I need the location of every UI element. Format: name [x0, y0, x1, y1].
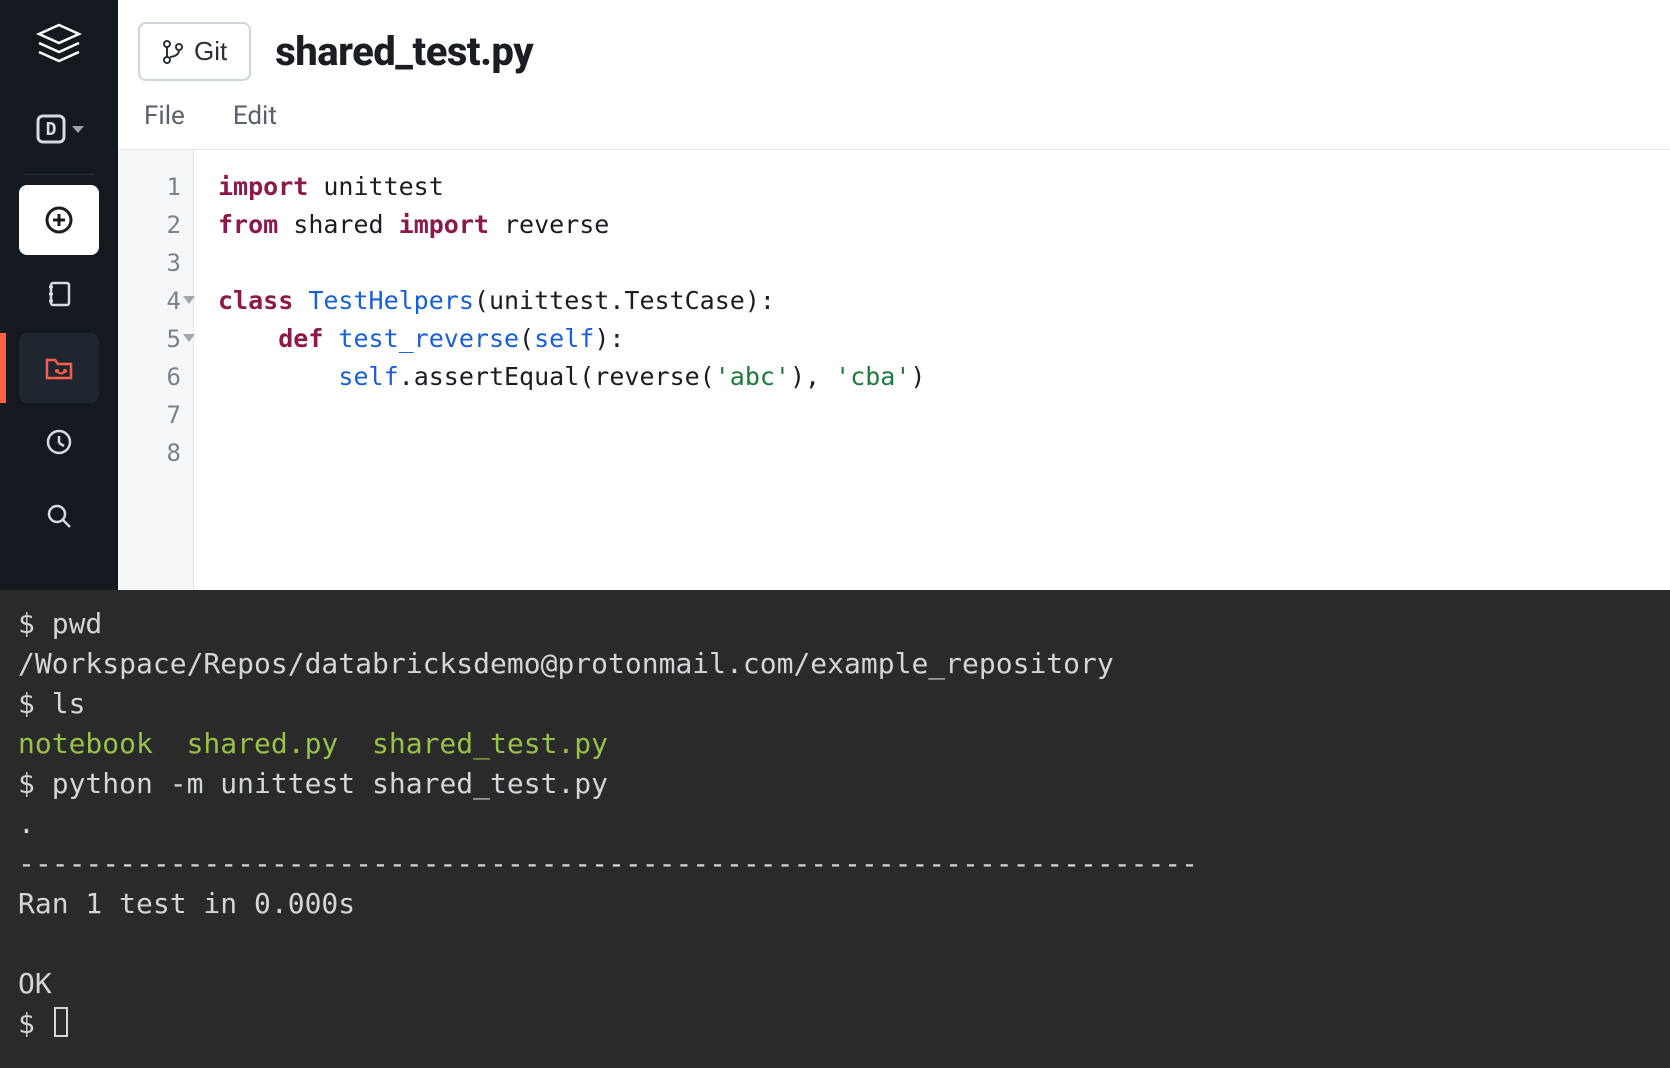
terminal-cursor	[54, 1007, 68, 1037]
file-title: shared_test.py	[275, 28, 533, 75]
line-number: 6	[118, 358, 193, 396]
terminal-panel[interactable]: $ pwd /Workspace/Repos/databricksdemo@pr…	[0, 590, 1670, 1068]
file-header: Git shared_test.py	[118, 0, 1670, 91]
line-number: 4	[118, 282, 193, 320]
git-button[interactable]: Git	[138, 22, 251, 81]
svg-text:D: D	[46, 119, 57, 140]
code-editor[interactable]: 1 2 3 4 5 6 7 8 import unittest from sha…	[118, 150, 1670, 590]
editor-menu-bar: File Edit	[118, 91, 1670, 150]
git-button-label: Git	[194, 36, 227, 67]
upper-pane: D	[0, 0, 1670, 590]
sidebar-item-notebook[interactable]	[19, 259, 99, 329]
line-gutter: 1 2 3 4 5 6 7 8	[118, 150, 194, 590]
line-number: 7	[118, 396, 193, 434]
left-sidebar: D	[0, 0, 118, 590]
sidebar-divider	[24, 174, 94, 175]
menu-edit[interactable]: Edit	[233, 101, 277, 131]
code-content[interactable]: import unittest from shared import rever…	[194, 150, 1670, 590]
line-number: 8	[118, 434, 193, 472]
line-number: 3	[118, 244, 193, 282]
editor-pane: Git shared_test.py File Edit 1 2 3 4 5 6…	[118, 0, 1670, 590]
fold-marker-icon[interactable]	[183, 334, 195, 342]
line-number: 1	[118, 168, 193, 206]
line-number: 2	[118, 206, 193, 244]
chevron-down-icon	[72, 126, 84, 133]
ls-output: notebook shared.py shared_test.py	[18, 727, 608, 760]
sidebar-item-recents[interactable]	[19, 407, 99, 477]
databricks-logo-icon[interactable]	[32, 18, 86, 72]
sidebar-item-data[interactable]: D	[14, 94, 104, 164]
sidebar-item-create[interactable]	[19, 185, 99, 255]
fold-marker-icon[interactable]	[183, 296, 195, 304]
git-branch-icon	[162, 39, 184, 65]
line-number: 5	[118, 320, 193, 358]
sidebar-item-search[interactable]	[19, 481, 99, 551]
sidebar-item-repos[interactable]	[19, 333, 99, 403]
menu-file[interactable]: File	[144, 101, 185, 131]
